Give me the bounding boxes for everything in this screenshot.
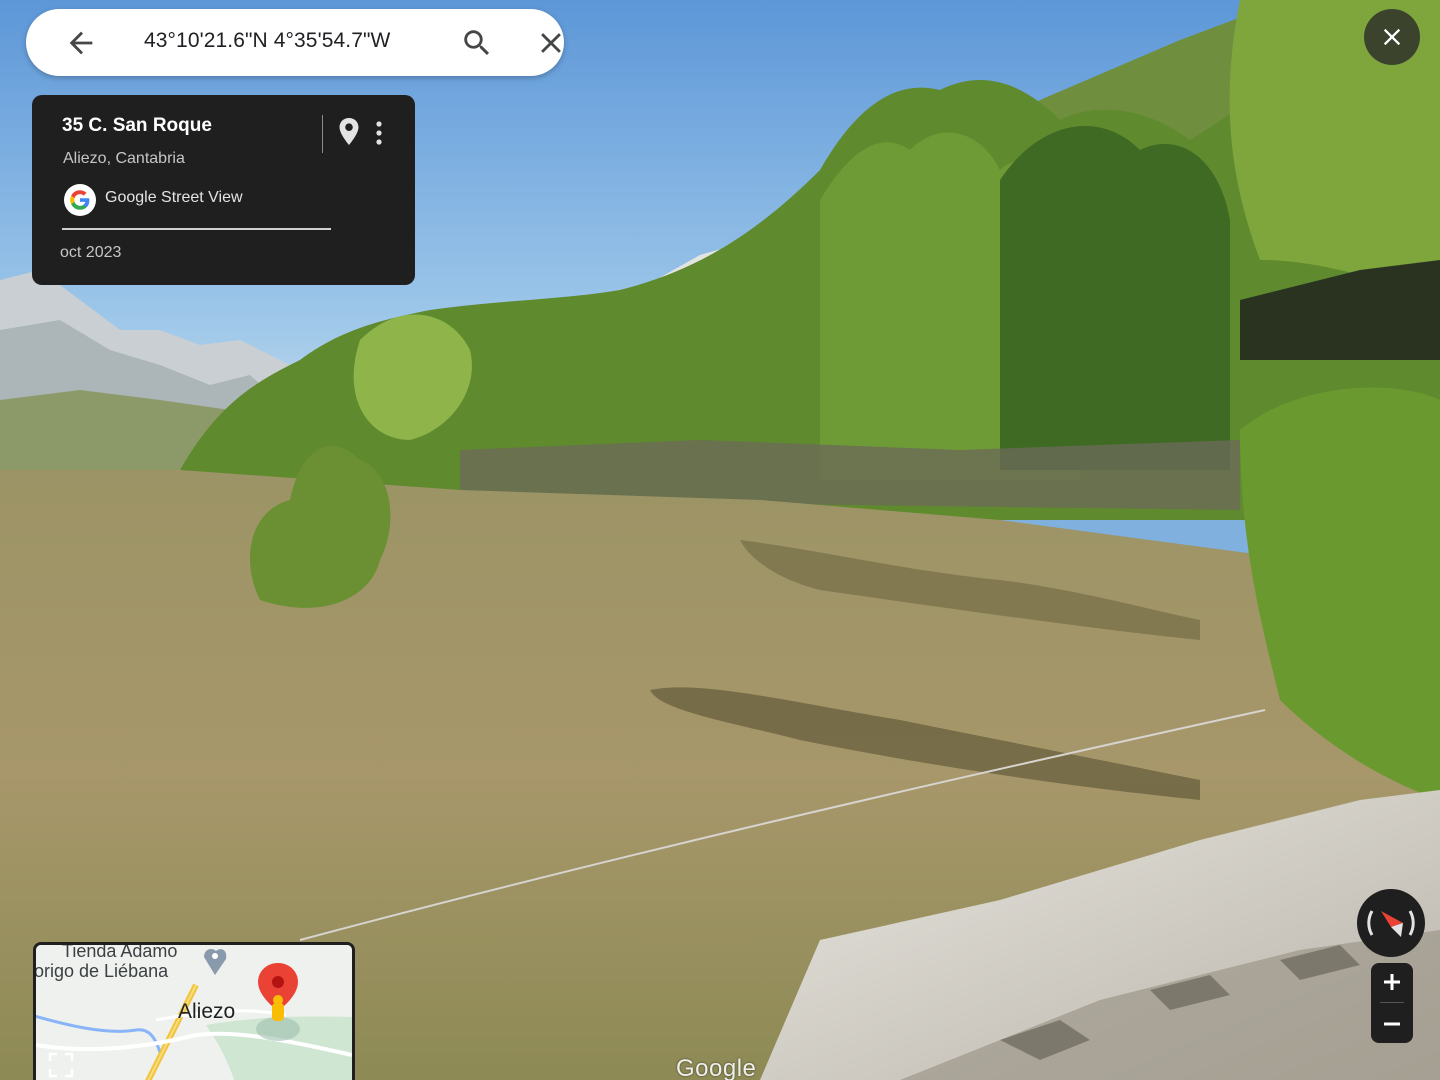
poi-label: lorigo de Liébana bbox=[33, 961, 169, 981]
divider bbox=[1380, 1002, 1404, 1003]
address-title[interactable]: 35 C. San Roque bbox=[62, 115, 212, 137]
compass-button[interactable] bbox=[1357, 889, 1425, 957]
google-g-logo bbox=[63, 183, 97, 217]
location-pin-icon[interactable] bbox=[337, 117, 361, 147]
minimap[interactable]: Tienda Adamo lorigo de Liébana Aliezo bbox=[33, 942, 355, 1080]
minus-icon bbox=[1384, 1022, 1400, 1026]
close-icon bbox=[1383, 28, 1401, 46]
compass-icon bbox=[1367, 910, 1415, 937]
divider bbox=[62, 228, 331, 230]
more-vert-icon[interactable] bbox=[370, 119, 388, 147]
source-label: Google Street View bbox=[105, 189, 243, 206]
search-bar: 43°10'21.6"N 4°35'54.7"W bbox=[26, 9, 564, 76]
zoom-control bbox=[1371, 963, 1413, 1043]
street-view-viewport[interactable]: 43°10'21.6"N 4°35'54.7"W 35 C. San Roque… bbox=[0, 0, 1440, 1080]
search-input[interactable]: 43°10'21.6"N 4°35'54.7"W bbox=[144, 29, 390, 53]
close-icon bbox=[541, 33, 561, 53]
poi-label: Tienda Adamo bbox=[62, 942, 178, 961]
google-watermark: Google bbox=[676, 1055, 757, 1080]
zoom-in-button[interactable] bbox=[1371, 963, 1413, 1001]
search-icon[interactable] bbox=[460, 26, 494, 60]
expand-icon[interactable] bbox=[48, 1052, 74, 1078]
town-label: Aliezo bbox=[178, 1000, 236, 1023]
plus-icon bbox=[1384, 974, 1400, 990]
location-info-card: 35 C. San Roque Aliezo, Cantabria Google… bbox=[32, 95, 415, 285]
capture-date[interactable]: oct 2023 bbox=[60, 244, 121, 262]
close-street-view-button[interactable] bbox=[1364, 9, 1420, 65]
locality-label: Aliezo, Cantabria bbox=[63, 150, 185, 167]
clear-search-button[interactable] bbox=[534, 26, 568, 60]
zoom-out-button[interactable] bbox=[1371, 1005, 1413, 1043]
arrow-back-icon[interactable] bbox=[64, 26, 98, 60]
divider bbox=[322, 115, 323, 153]
